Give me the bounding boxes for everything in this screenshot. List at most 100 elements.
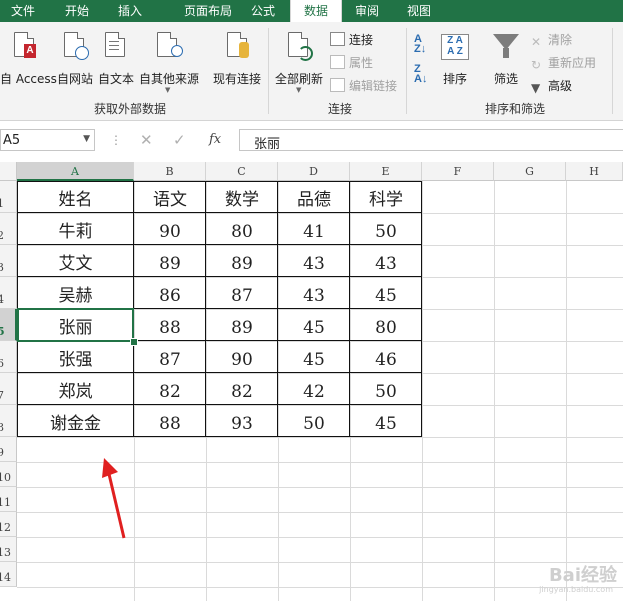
table-cell[interactable]: 82 — [134, 373, 206, 405]
tab-home[interactable]: 开始 — [54, 0, 100, 22]
table-cell[interactable]: 89 — [134, 245, 206, 277]
table-cell[interactable]: 87 — [206, 277, 278, 309]
tab-file[interactable]: 文件 — [0, 0, 46, 22]
dropdown-arrow-icon: ▼ — [165, 86, 171, 94]
row-header-8[interactable]: 8 — [0, 405, 17, 437]
connections-button[interactable]: 连接 — [330, 31, 373, 48]
table-cell[interactable]: 87 — [134, 341, 206, 373]
advanced-button[interactable]: ▼ 高级 — [531, 77, 572, 95]
gridline — [17, 562, 623, 563]
dropdown-arrow-icon: ▼ — [296, 86, 302, 94]
column-header-a[interactable]: A — [17, 162, 134, 181]
table-cell[interactable]: 42 — [278, 373, 350, 405]
table-cell[interactable]: 50 — [278, 405, 350, 437]
row-header-9[interactable]: 9 — [0, 437, 17, 462]
table-cell[interactable]: 郑岚 — [17, 373, 134, 405]
node-icon — [171, 45, 183, 57]
clear-button[interactable]: ✕ 清除 — [531, 31, 572, 49]
tab-review[interactable]: 审阅 — [344, 0, 390, 22]
from-other-sources-button[interactable]: 自其他来源 ▼ — [137, 28, 201, 108]
table-cell[interactable]: 45 — [278, 309, 350, 341]
tab-view[interactable]: 视图 — [396, 0, 442, 22]
table-cell[interactable]: 86 — [134, 277, 206, 309]
fill-handle[interactable] — [130, 338, 138, 346]
table-cell[interactable]: 46 — [350, 341, 422, 373]
table-cell[interactable]: 82 — [206, 373, 278, 405]
select-all-corner[interactable] — [0, 162, 17, 181]
column-header-b[interactable]: B — [134, 162, 206, 181]
row-header-11[interactable]: 11 — [0, 487, 17, 512]
table-cell[interactable]: 80 — [350, 309, 422, 341]
table-cell[interactable]: 艾文 — [17, 245, 134, 277]
table-cell[interactable]: 88 — [134, 405, 206, 437]
table-cell[interactable]: 45 — [278, 341, 350, 373]
row-header-12[interactable]: 12 — [0, 512, 17, 537]
column-header-g[interactable]: G — [494, 162, 566, 181]
sort-a-to-z-icon[interactable]: A Z↓ — [414, 34, 426, 55]
group-label-sort-filter: 排序和筛选 — [484, 102, 545, 116]
sort-z-to-a-icon[interactable]: Z A↓ — [414, 64, 427, 85]
table-cell[interactable]: 43 — [278, 245, 350, 277]
table-cell[interactable]: 43 — [350, 245, 422, 277]
insert-function-button[interactable]: fx — [209, 132, 221, 147]
row-header-5[interactable]: 5 — [0, 309, 17, 341]
cell-c1[interactable]: 数学 — [206, 181, 278, 213]
existing-connections-button[interactable]: 现有连接 — [209, 28, 265, 98]
table-cell[interactable]: 89 — [206, 245, 278, 277]
sort-button[interactable]: Z AA Z 排序 — [436, 28, 474, 98]
column-header-d[interactable]: D — [278, 162, 350, 181]
name-box[interactable]: A5 ▼ — [0, 129, 95, 151]
column-header-c[interactable]: C — [206, 162, 278, 181]
row-header-4[interactable]: 4 — [0, 277, 17, 309]
tab-data[interactable]: 数据 — [290, 0, 342, 22]
table-cell[interactable]: 43 — [278, 277, 350, 309]
edit-links-button[interactable]: 编辑链接 — [330, 77, 397, 94]
table-cell[interactable]: 45 — [350, 405, 422, 437]
table-cell[interactable]: 吴赫 — [17, 277, 134, 309]
row-header-2[interactable]: 2 — [0, 213, 17, 245]
cell-d1[interactable]: 品德 — [278, 181, 350, 213]
column-header-f[interactable]: F — [422, 162, 494, 181]
globe-icon — [75, 46, 89, 60]
row-header-14[interactable]: 14 — [0, 562, 17, 587]
cell-e1[interactable]: 科学 — [350, 181, 422, 213]
table-cell[interactable]: 41 — [278, 213, 350, 245]
row-header-7[interactable]: 7 — [0, 373, 17, 405]
table-cell[interactable]: 88 — [134, 309, 206, 341]
reapply-button[interactable]: ↻ 重新应用 — [531, 54, 596, 72]
row-header-10[interactable]: 10 — [0, 462, 17, 487]
from-web-button[interactable]: 自网站 — [55, 28, 95, 98]
table-cell[interactable]: 90 — [134, 213, 206, 245]
table-cell[interactable]: 93 — [206, 405, 278, 437]
table-cell[interactable]: 50 — [350, 373, 422, 405]
worksheet-grid[interactable]: A B C D E F G H 1 2 3 4 5 6 7 8 9 10 11 … — [0, 162, 623, 601]
enter-check-icon[interactable]: ✓ — [173, 131, 186, 149]
table-border — [277, 181, 278, 437]
cell-a1[interactable]: 姓名 — [17, 181, 134, 213]
filter-button[interactable]: 筛选 — [486, 28, 526, 98]
from-access-button[interactable]: A 自 Access — [0, 28, 57, 98]
cancel-icon[interactable]: ✕ — [140, 131, 153, 149]
row-header-1[interactable]: 1 — [0, 181, 17, 213]
group-label-external-data: 获取外部数据 — [93, 102, 166, 116]
table-cell[interactable]: 80 — [206, 213, 278, 245]
table-cell[interactable]: 谢金金 — [17, 405, 134, 437]
column-header-h[interactable]: H — [566, 162, 623, 181]
properties-button[interactable]: 属性 — [330, 54, 373, 71]
row-header-13[interactable]: 13 — [0, 537, 17, 562]
from-text-button[interactable]: 自文本 — [96, 28, 136, 98]
table-cell[interactable]: 50 — [350, 213, 422, 245]
table-cell[interactable]: 牛莉 — [17, 213, 134, 245]
table-cell[interactable]: 90 — [206, 341, 278, 373]
tab-formulas[interactable]: 公式 — [240, 0, 286, 22]
cell-b1[interactable]: 语文 — [134, 181, 206, 213]
table-cell[interactable]: 45 — [350, 277, 422, 309]
tab-insert[interactable]: 插入 — [107, 0, 153, 22]
formula-input[interactable]: 张丽 — [239, 129, 623, 152]
column-header-e[interactable]: E — [350, 162, 422, 181]
table-cell[interactable]: 89 — [206, 309, 278, 341]
table-cell[interactable]: 张强 — [17, 341, 134, 373]
row-header-6[interactable]: 6 — [0, 341, 17, 373]
row-header-3[interactable]: 3 — [0, 245, 17, 277]
refresh-all-button[interactable]: 全部刷新 ▼ — [272, 28, 326, 108]
